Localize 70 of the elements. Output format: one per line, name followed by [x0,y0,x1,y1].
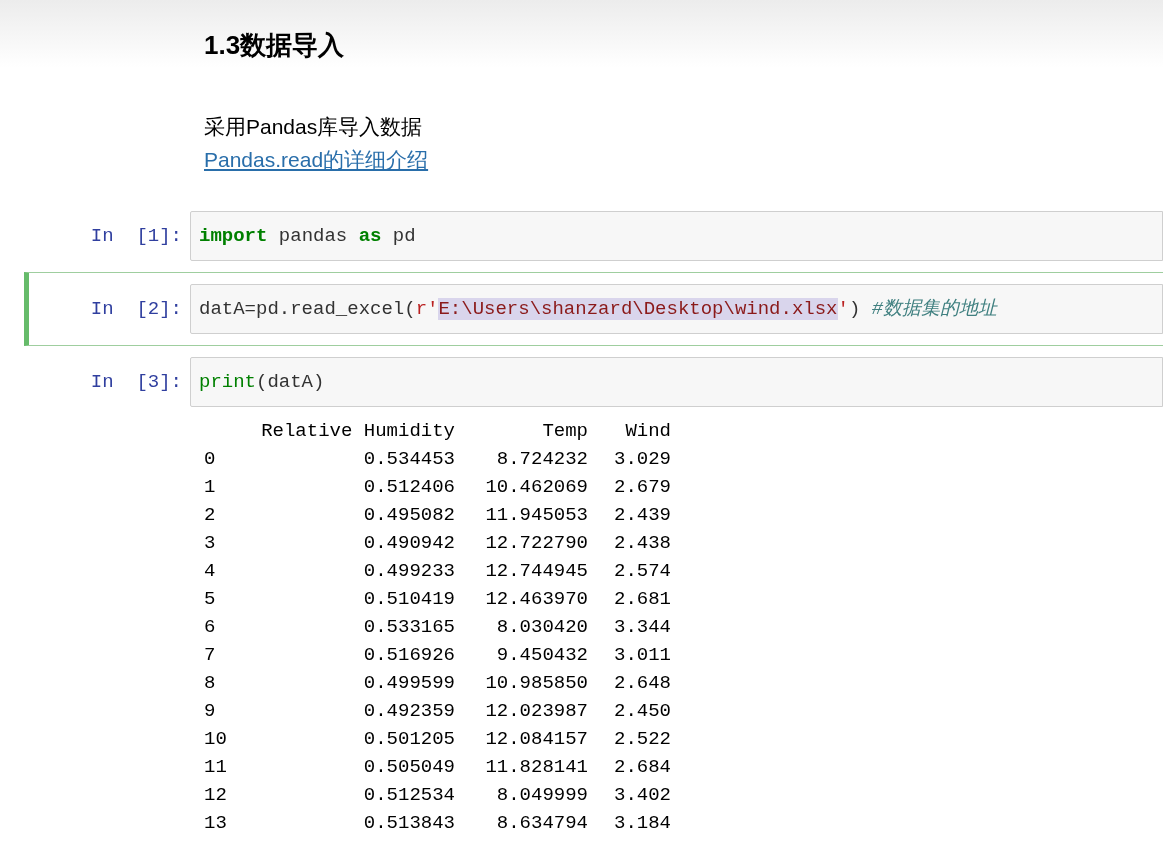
table-cell-text: 2.684 [613,755,671,780]
table-cell-text: 8.049999 [495,783,588,808]
table-cell-text: 0.490942 [362,531,455,556]
cell-prompt: In [2]: [89,297,183,322]
table-cell-text: 12.722790 [484,531,588,556]
table-cell-text: 11.945053 [484,503,588,528]
selected-code-cell[interactable]: In [2]: datA=pd.read_excel(r'E:\Users\shanzard\Desktop\wind.xlsx') #数据集的地址 [24,272,1163,346]
table-cell-text: 2.438 [613,531,671,556]
column-header: Wind [624,419,671,444]
row-index: 3 [204,531,217,556]
table-cell-text: 2.522 [613,727,671,752]
table-cell-text: 0.533165 [362,615,455,640]
table-cell-text: 3.184 [613,811,671,836]
section-heading: 1.3数据导入 [204,29,346,62]
code-cell[interactable]: In [1]: import pandas as pd [24,206,1163,266]
code-editor[interactable]: print(datA) [190,357,1163,407]
table-cell-text: 0.534453 [362,447,455,472]
row-index: 7 [204,643,217,668]
table-cell-text: 12.084157 [484,727,588,752]
table-cell-text: 0.513843 [362,811,455,836]
row-index: 10 [204,727,228,752]
row-index: 12 [204,783,228,808]
row-index: 11 [204,755,228,780]
row-index: 13 [204,811,228,836]
table-cell-text: 12.023987 [484,699,588,724]
cell-prompt: In [3]: [89,370,183,395]
table-cell-text: 2.439 [613,503,671,528]
table-cell-text: 2.648 [613,671,671,696]
table-cell-text: 9.450432 [495,643,588,668]
table-cell-text: 0.501205 [362,727,455,752]
table-cell-text: 3.029 [613,447,671,472]
table-cell-text: 8.634794 [495,811,588,836]
table-cell-text: 0.492359 [362,699,455,724]
row-index: 2 [204,503,217,528]
row-index: 8 [204,671,217,696]
cell-prompt: In [1]: [89,224,183,249]
row-index: 5 [204,587,217,612]
code-editor[interactable]: datA=pd.read_excel(r'E:\Users\shanzard\Desktop\wind.xlsx') #数据集的地址 [190,284,1163,334]
table-cell-text: 0.512406 [362,475,455,500]
table-cell-text: 0.512534 [362,783,455,808]
table-cell-text: 12.463970 [484,587,588,612]
column-header: Temp [541,419,588,444]
table-cell-text: 2.681 [613,587,671,612]
description-text: 采用Pandas库导入数据 [204,114,424,140]
row-index: 9 [204,699,217,724]
column-header: Relative Humidity [260,419,455,444]
table-cell-text: 0.516926 [362,643,455,668]
table-cell-text: 2.679 [613,475,671,500]
documentation-link[interactable]: Pandas.read的详细介绍 [204,148,429,171]
row-index: 6 [204,615,217,640]
code-editor[interactable]: import pandas as pd [190,211,1163,261]
table-cell-text: 11.828141 [484,755,588,780]
table-cell-text: 3.344 [613,615,671,640]
table-cell-text: 0.505049 [362,755,455,780]
table-cell-text: 3.402 [613,783,671,808]
table-cell-text: 2.450 [613,699,671,724]
table-cell-text: 3.011 [613,643,671,668]
table-cell-text: 10.985850 [484,671,588,696]
table-cell-text: 2.574 [613,559,671,584]
table-cell-text: 0.499233 [362,559,455,584]
row-index: 1 [204,475,217,500]
table-cell-text: 8.724232 [495,447,588,472]
row-index: 4 [204,559,217,584]
table-cell-text: 12.744945 [484,559,588,584]
table-cell-text: 10.462069 [484,475,588,500]
table-cell-text: 0.499599 [362,671,455,696]
row-index: 0 [204,447,217,472]
table-cell-text: 0.510419 [362,587,455,612]
table-cell-text: 8.030420 [495,615,588,640]
table-cell-text: 0.495082 [362,503,455,528]
